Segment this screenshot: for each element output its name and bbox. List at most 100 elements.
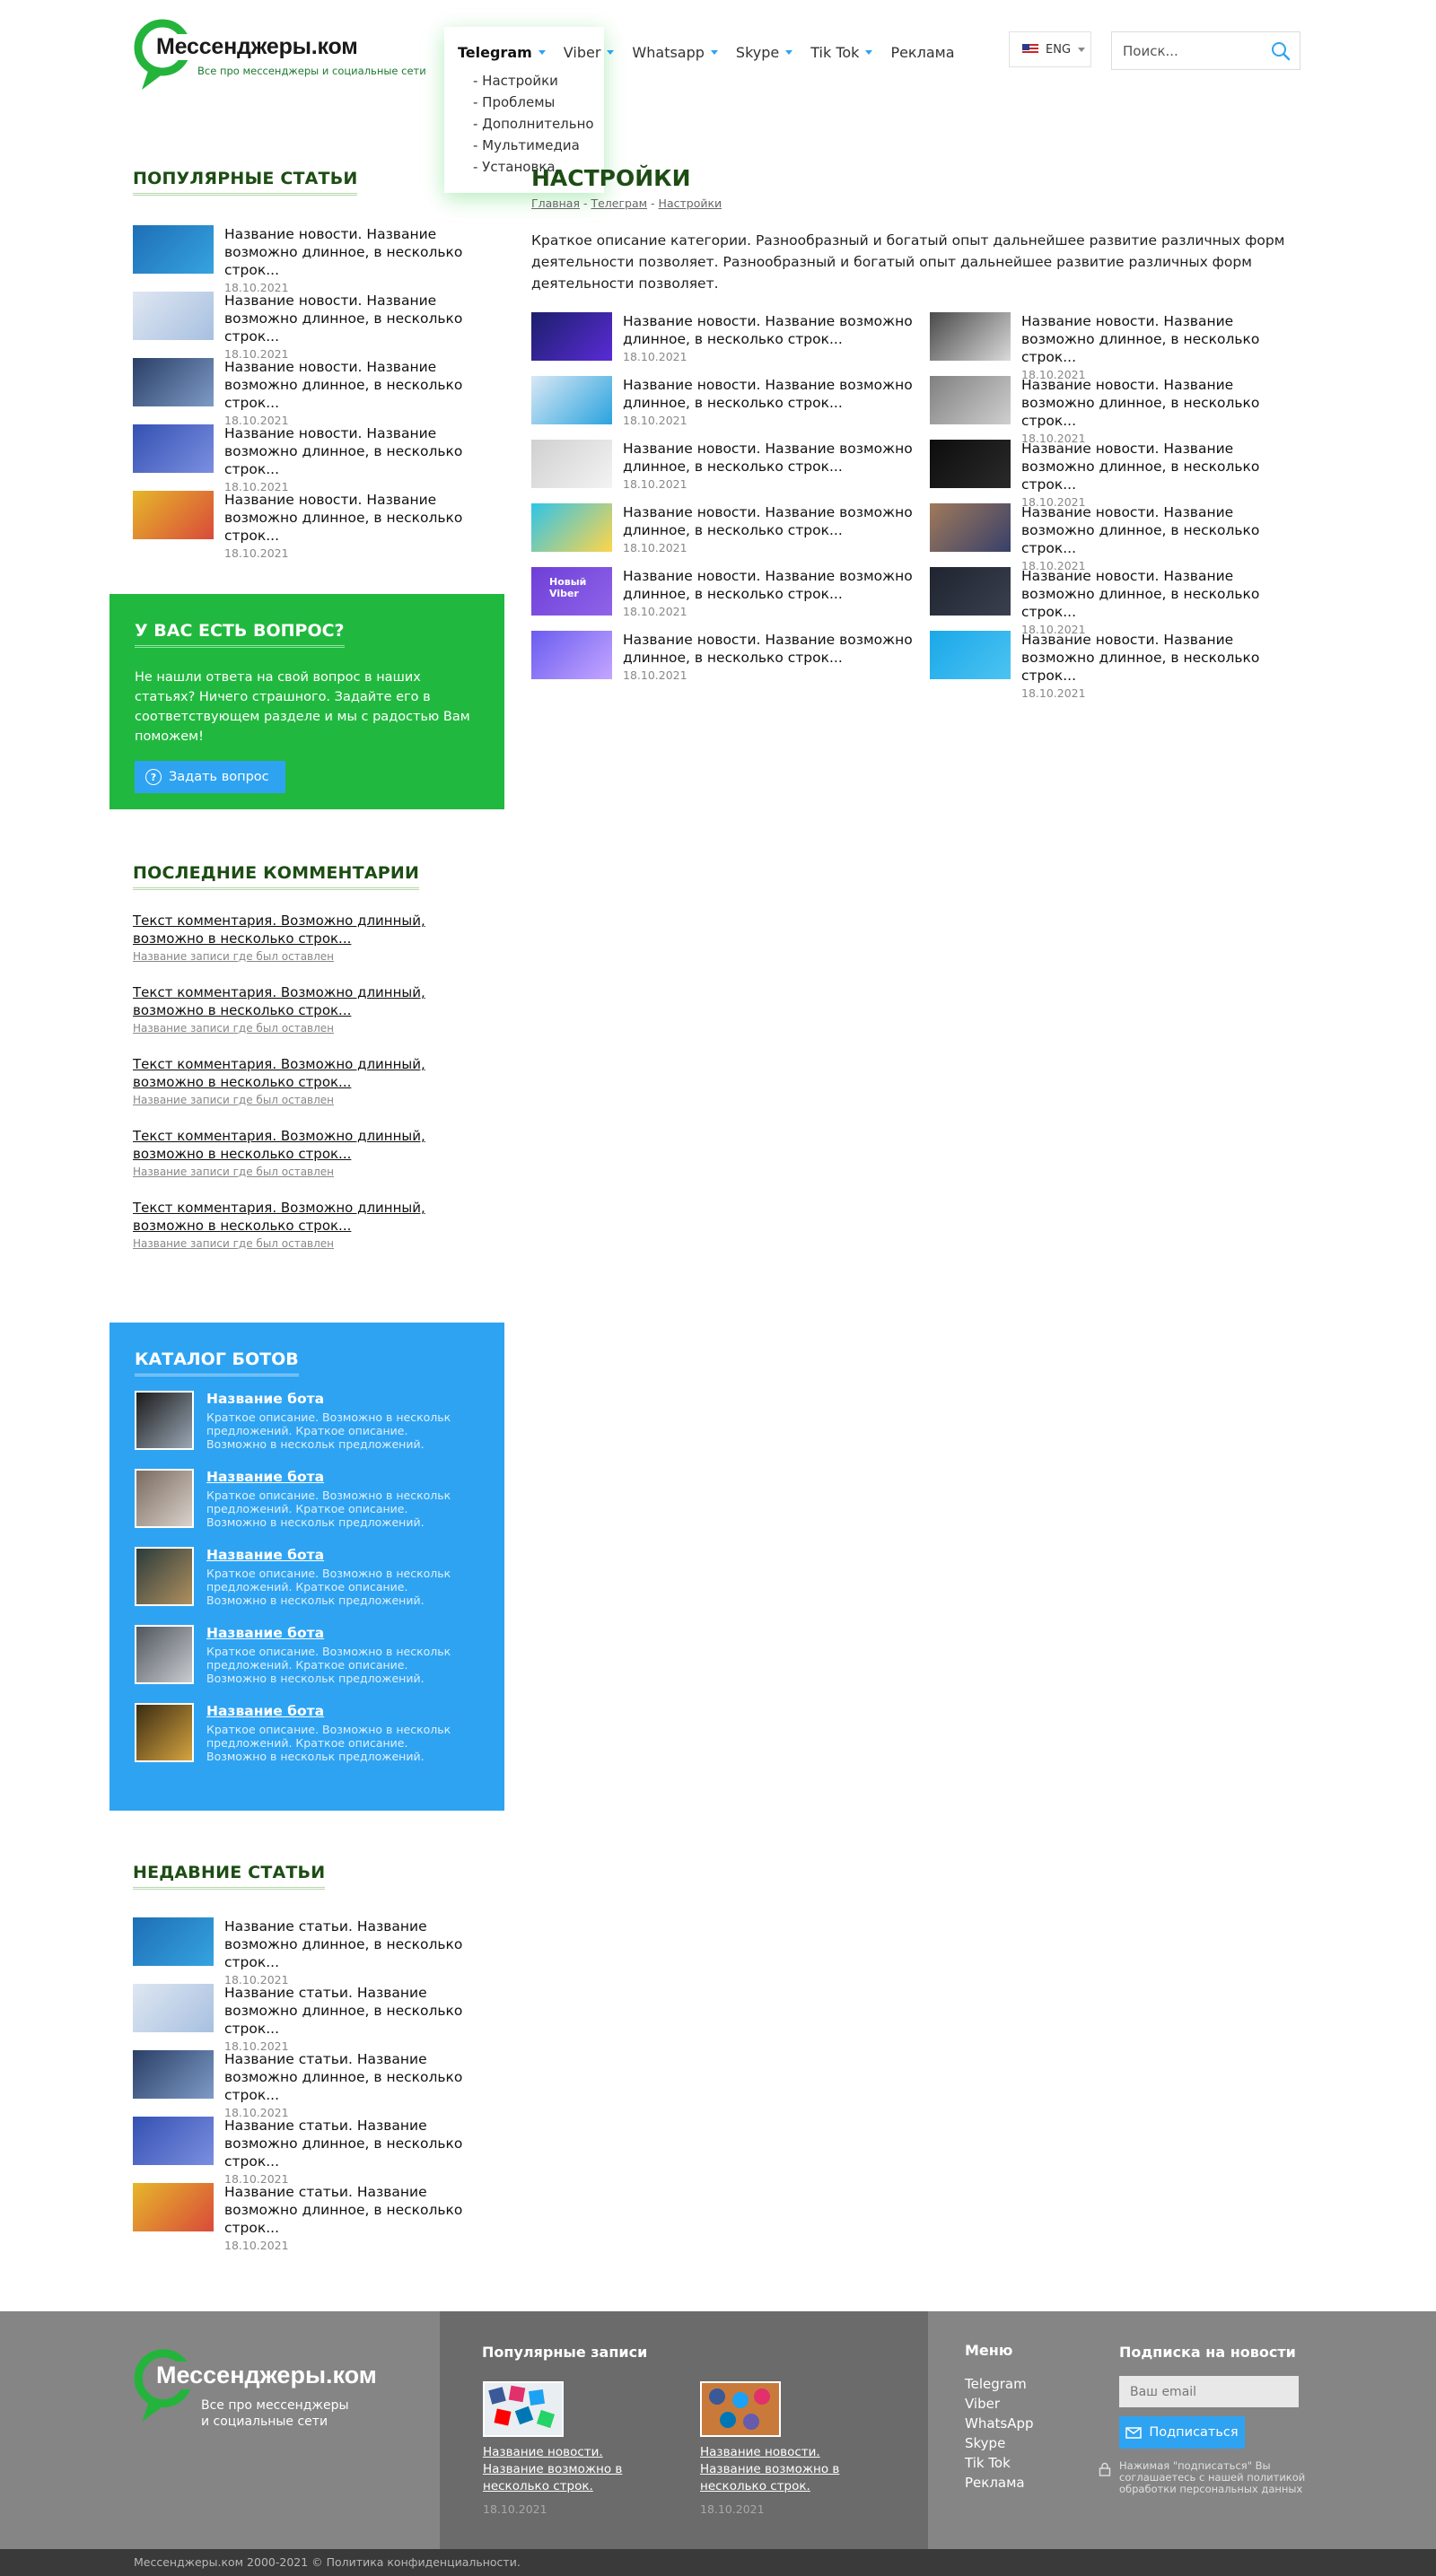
article-thumbnail[interactable] (531, 440, 612, 488)
footer-post-link[interactable]: Название новости. Название возможно в не… (483, 2444, 662, 2495)
article-thumbnail[interactable] (930, 440, 1011, 488)
bot-name[interactable]: Название бота (206, 1703, 467, 1719)
bot-name[interactable]: Название бота (206, 1547, 467, 1563)
article-title[interactable]: Название статьи. Название возможно длинн… (224, 2050, 501, 2104)
footer-logo[interactable]: Мессенджеры.ком Все про мессенджеры и со… (133, 2347, 420, 2437)
nav-item-ads[interactable]: Реклама (890, 44, 954, 61)
breadcrumb-home[interactable]: Главная (531, 196, 580, 210)
ask-question-button[interactable]: ? Задать вопрос (135, 761, 285, 793)
article-title[interactable]: Название новости. Название возможно длин… (1021, 567, 1303, 621)
article-thumbnail[interactable] (133, 1917, 214, 1966)
article-thumbnail[interactable] (133, 2050, 214, 2099)
article-thumbnail[interactable] (531, 503, 612, 552)
comment-link[interactable]: Текст комментария. Возможно длинный, воз… (133, 912, 492, 947)
language-selector[interactable]: ENG (1009, 31, 1091, 67)
article-thumbnail[interactable] (133, 2117, 214, 2165)
article-title[interactable]: Название статьи. Название возможно длинн… (224, 2183, 501, 2237)
article-item[interactable]: Название новости. Название возможно длин… (133, 225, 501, 294)
article-item[interactable]: Название статьи. Название возможно длинн… (133, 1917, 501, 1987)
dropdown-item-additional[interactable]: - Дополнительно (473, 113, 604, 135)
article-item[interactable]: Название новости. Название возможно длин… (531, 312, 930, 376)
article-title[interactable]: Название новости. Название возможно длин… (1021, 503, 1303, 557)
article-item[interactable]: Название статьи. Название возможно длинн… (133, 2117, 501, 2186)
comment-post-link[interactable]: Название записи где был оставлен (133, 1094, 492, 1106)
nav-item-tiktok[interactable]: Tik Tok (810, 44, 873, 61)
email-field[interactable] (1119, 2376, 1299, 2407)
article-title[interactable]: Название новости. Название возможно длин… (623, 440, 930, 476)
article-title[interactable]: Название новости. Название возможно длин… (623, 631, 930, 667)
article-title[interactable]: Название новости. Название возможно длин… (623, 376, 930, 412)
article-thumbnail[interactable] (133, 292, 214, 340)
comment-post-link[interactable]: Название записи где был оставлен (133, 1022, 492, 1035)
article-thumbnail[interactable] (133, 424, 214, 473)
article-title[interactable]: Название новости. Название возможно длин… (1021, 631, 1303, 685)
footer-menu-telegram[interactable]: Telegram (965, 2374, 1034, 2394)
footer-post-link[interactable]: Название новости. Название возможно в не… (700, 2444, 880, 2495)
article-title[interactable]: Название новости. Название возможно длин… (1021, 312, 1303, 366)
article-item[interactable]: Название статьи. Название возможно длинн… (133, 2183, 501, 2252)
post-thumbnail[interactable] (483, 2381, 564, 2437)
search-input[interactable] (1123, 42, 1257, 59)
subscribe-button[interactable]: Подписаться (1119, 2416, 1245, 2449)
article-title[interactable]: Название новости. Название возможно длин… (224, 424, 501, 478)
article-title[interactable]: Название новости. Название возможно длин… (623, 567, 930, 603)
article-title[interactable]: Название новости. Название возможно длин… (623, 503, 930, 539)
comment-post-link[interactable]: Название записи где был оставлен (133, 1237, 492, 1250)
article-item[interactable]: Название новости. Название возможно длин… (930, 503, 1303, 572)
article-title[interactable]: Название новости. Название возможно длин… (623, 312, 930, 348)
comment-link[interactable]: Текст комментария. Возможно длинный, воз… (133, 1199, 492, 1235)
article-thumbnail[interactable] (930, 631, 1011, 679)
dropdown-item-problems[interactable]: - Проблемы (473, 92, 604, 113)
article-item[interactable]: Название новости. Название возможно длин… (531, 503, 930, 567)
footer-menu-whatsapp[interactable]: WhatsApp (965, 2414, 1034, 2433)
article-thumbnail[interactable]: Новый Viber (531, 567, 612, 616)
footer-menu-ads[interactable]: Реклама (965, 2473, 1034, 2493)
nav-item-telegram[interactable]: Telegram (458, 44, 546, 61)
article-title[interactable]: Название новости. Название возможно длин… (1021, 440, 1303, 493)
post-thumbnail[interactable] (700, 2381, 781, 2437)
article-thumbnail[interactable] (930, 312, 1011, 361)
article-item[interactable]: Название новости. Название возможно длин… (930, 440, 1303, 509)
comment-link[interactable]: Текст комментария. Возможно длинный, воз… (133, 1055, 492, 1091)
article-item[interactable]: Название новости. Название возможно длин… (133, 491, 501, 560)
article-item[interactable]: Название новости. Название возможно длин… (930, 376, 1303, 445)
article-title[interactable]: Название новости. Название возможно длин… (1021, 376, 1303, 430)
article-item[interactable]: Новый Viber Название новости. Название во… (531, 567, 930, 631)
article-thumbnail[interactable] (930, 503, 1011, 552)
article-item[interactable]: Название статьи. Название возможно длинн… (133, 2050, 501, 2119)
footer-menu-tiktok[interactable]: Tik Tok (965, 2453, 1034, 2473)
article-item[interactable]: Название новости. Название возможно длин… (133, 358, 501, 427)
bot-avatar[interactable] (135, 1625, 194, 1684)
article-thumbnail[interactable] (930, 376, 1011, 424)
article-item[interactable]: Название новости. Название возможно длин… (930, 631, 1303, 700)
bot-avatar[interactable] (135, 1547, 194, 1606)
article-title[interactable]: Название новости. Название возможно длин… (224, 225, 501, 279)
article-thumbnail[interactable] (133, 2183, 214, 2231)
article-item[interactable]: Название новости. Название возможно длин… (531, 440, 930, 503)
comment-post-link[interactable]: Название записи где был оставлен (133, 1166, 492, 1178)
comment-link[interactable]: Текст комментария. Возможно длинный, воз… (133, 983, 492, 1019)
nav-item-skype[interactable]: Skype (736, 44, 793, 61)
bot-avatar[interactable] (135, 1469, 194, 1528)
breadcrumb-settings[interactable]: Настройки (659, 196, 722, 210)
article-thumbnail[interactable] (133, 491, 214, 539)
article-thumbnail[interactable] (133, 225, 214, 274)
bot-name[interactable]: Название бота (206, 1469, 467, 1485)
article-title[interactable]: Название новости. Название возможно длин… (224, 292, 501, 345)
article-thumbnail[interactable] (930, 567, 1011, 616)
search-icon[interactable] (1271, 41, 1291, 61)
footer-menu-viber[interactable]: Viber (965, 2394, 1034, 2414)
article-item[interactable]: Название новости. Название возможно длин… (531, 631, 930, 694)
article-item[interactable]: Название новости. Название возможно длин… (133, 292, 501, 361)
breadcrumb-telegram[interactable]: Телеграм (591, 196, 647, 210)
footer-menu-skype[interactable]: Skype (965, 2433, 1034, 2453)
nav-item-viber[interactable]: Viber (564, 44, 615, 61)
article-title[interactable]: Название новости. Название возможно длин… (224, 358, 501, 412)
article-item[interactable]: Название новости. Название возможно длин… (930, 567, 1303, 636)
article-title[interactable]: Название статьи. Название возможно длинн… (224, 2117, 501, 2170)
bot-name[interactable]: Название бота (206, 1391, 467, 1407)
article-thumbnail[interactable] (133, 358, 214, 406)
article-thumbnail[interactable] (531, 631, 612, 679)
article-title[interactable]: Название статьи. Название возможно длинн… (224, 1917, 501, 1971)
bot-name[interactable]: Название бота (206, 1625, 467, 1641)
